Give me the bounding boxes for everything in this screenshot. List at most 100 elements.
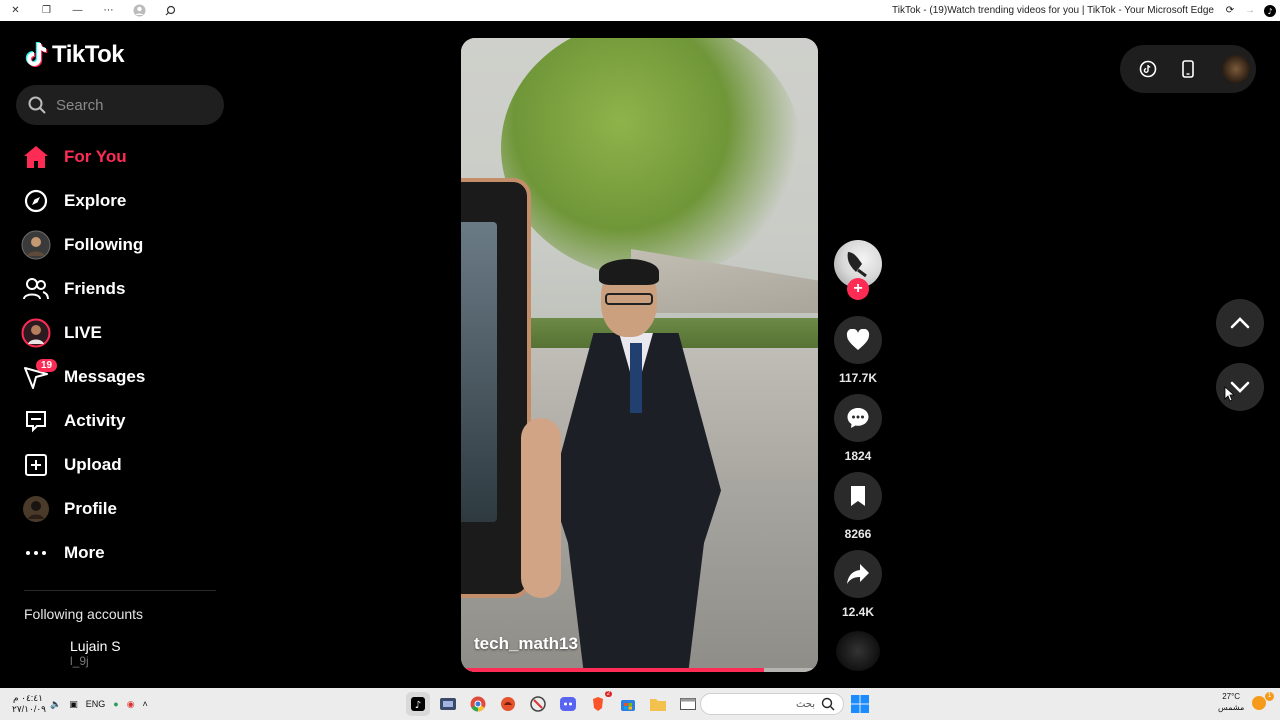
- search-input[interactable]: Search: [16, 85, 224, 125]
- sidebar-item-for-you[interactable]: For You: [16, 135, 224, 179]
- sidebar-item-label: Activity: [64, 411, 126, 430]
- sun-icon: [1252, 696, 1266, 710]
- browser-title-bar: ✕ ❐ — ⋯ TikTok - (19)Watch trending vide…: [0, 0, 1280, 21]
- user-avatar[interactable]: [1222, 55, 1250, 83]
- sidebar-item-more[interactable]: More: [16, 531, 224, 575]
- bookmark-count: 8266: [844, 527, 872, 541]
- comment-icon: [847, 408, 869, 428]
- taskbar-apps: ♪ 2: [406, 688, 700, 720]
- taskbar-search-input[interactable]: بحث: [700, 693, 844, 715]
- browser-profile-icon[interactable]: [124, 0, 155, 21]
- search-icon: [28, 96, 46, 114]
- account-handle: l_9j: [70, 654, 89, 668]
- tiktok-logo[interactable]: TikTok: [24, 41, 125, 69]
- sidebar-item-profile[interactable]: Profile: [16, 487, 224, 531]
- more-icon: [20, 537, 52, 569]
- sidebar-nav: For You Explore Following Friends LIVE 1…: [16, 135, 224, 575]
- clock-time: ٠٤:٤١ م: [13, 693, 43, 703]
- comment-action: 1824: [834, 394, 882, 463]
- network-icon[interactable]: ▣: [69, 699, 78, 710]
- taskbar-chrome-icon[interactable]: [466, 692, 490, 716]
- share-count: 12.4K: [841, 605, 875, 619]
- comment-count: 1824: [844, 449, 872, 463]
- like-count: 117.7K: [838, 371, 878, 385]
- sidebar-item-label: For You: [64, 147, 127, 166]
- bookmark-icon: [851, 486, 865, 506]
- sidebar-item-live[interactable]: LIVE: [16, 311, 224, 355]
- video-author-name[interactable]: tech_math13: [474, 634, 578, 654]
- restore-window-icon[interactable]: ❐: [31, 0, 62, 21]
- follow-button[interactable]: +: [847, 278, 869, 300]
- sidebar-item-friends[interactable]: Friends: [16, 267, 224, 311]
- sidebar-item-label: Following: [64, 235, 144, 254]
- bookmark-button[interactable]: [834, 472, 882, 520]
- following-accounts-title: Following accounts: [24, 606, 144, 622]
- windows-start-icon[interactable]: [850, 694, 870, 714]
- video-phone-screen: [461, 222, 497, 522]
- action-bar: + 117.7K 1824 8266 12.4K: [834, 240, 882, 619]
- sidebar-divider: [24, 590, 216, 591]
- sidebar-item-activity[interactable]: Activity: [16, 399, 224, 443]
- svg-text:♪: ♪: [415, 700, 421, 711]
- sidebar-item-label: Profile: [64, 499, 117, 518]
- sidebar-item-following[interactable]: Following: [16, 223, 224, 267]
- taskbar-window-icon[interactable]: [676, 692, 700, 716]
- previous-video-button[interactable]: [1216, 299, 1264, 347]
- music-disc-icon[interactable]: [836, 631, 880, 671]
- weather-widget[interactable]: 27°C مشمس: [1218, 691, 1244, 713]
- sidebar-item-upload[interactable]: Upload: [16, 443, 224, 487]
- tiktok-logo-icon: [25, 42, 48, 67]
- sidebar-item-messages[interactable]: 19 Messages: [16, 355, 224, 399]
- volume-icon[interactable]: 🔈: [50, 699, 61, 710]
- brave-badge: 2: [604, 691, 612, 697]
- taskbar-brave-icon[interactable]: 2: [586, 691, 612, 716]
- taskbar-discord-icon[interactable]: [556, 692, 580, 716]
- window-title: TikTok - (19)Watch trending videos for y…: [892, 5, 1214, 16]
- taskbar-store-icon[interactable]: [616, 692, 640, 716]
- taskbar-search-placeholder: بحث: [795, 698, 815, 710]
- taskbar-folder-icon[interactable]: [646, 692, 670, 716]
- live-avatar-icon: [20, 317, 52, 349]
- get-app-button[interactable]: [1172, 53, 1204, 85]
- sidebar-item-label: Messages: [64, 367, 146, 386]
- video-player[interactable]: tech_math13: [461, 38, 818, 672]
- taskbar-tool-icon[interactable]: [526, 692, 550, 716]
- creator-avatar[interactable]: +: [834, 240, 882, 300]
- search-icon: [821, 697, 835, 711]
- get-coins-button[interactable]: [1132, 53, 1164, 85]
- taskbar-game-icon[interactable]: [496, 692, 520, 716]
- video-progress-bar[interactable]: [461, 668, 818, 672]
- video-tie: [630, 343, 642, 413]
- microphone-icon[interactable]: ●: [113, 699, 118, 709]
- clock-date: ٢٧/١٠/٠٩: [12, 704, 47, 714]
- forward-icon[interactable]: →: [1240, 5, 1260, 16]
- sidebar-item-label: More: [64, 543, 105, 562]
- refresh-icon[interactable]: ⟳: [1220, 5, 1240, 16]
- browser-menu-icon[interactable]: ⋯: [93, 0, 124, 21]
- svg-text:♪: ♪: [1267, 7, 1272, 16]
- share-button[interactable]: [834, 550, 882, 598]
- notification-badge[interactable]: 1: [1265, 692, 1274, 701]
- avatar: [24, 637, 56, 669]
- comment-button[interactable]: [834, 394, 882, 442]
- taskbar-film-icon[interactable]: [436, 692, 460, 716]
- tray-app-icon[interactable]: ◉: [127, 699, 135, 710]
- chevron-up-icon[interactable]: ˄: [143, 699, 148, 709]
- system-tray: 🔈 ▣ ENG ● ◉ ˄: [50, 688, 148, 720]
- sidebar-item-explore[interactable]: Explore: [16, 179, 224, 223]
- like-button[interactable]: [834, 316, 882, 364]
- minimize-window-icon[interactable]: —: [62, 0, 93, 21]
- friends-icon: [20, 273, 52, 305]
- tiktok-coin-icon: [1139, 60, 1157, 78]
- share-action: 12.4K: [834, 550, 882, 619]
- language-indicator[interactable]: ENG: [86, 699, 106, 709]
- zoom-icon[interactable]: [155, 0, 186, 21]
- system-clock[interactable]: ٠٤:٤١ م ٢٧/١٠/٠٩: [12, 693, 47, 715]
- close-window-icon[interactable]: ✕: [0, 0, 31, 21]
- taskbar-tiktok-icon[interactable]: ♪: [406, 692, 430, 716]
- compass-icon: [20, 185, 52, 217]
- like-action: 117.7K: [834, 316, 882, 385]
- following-account-item[interactable]: Lujain S l_9j: [24, 637, 121, 669]
- messages-badge: 19: [36, 359, 58, 372]
- video-progress-fill: [461, 668, 765, 672]
